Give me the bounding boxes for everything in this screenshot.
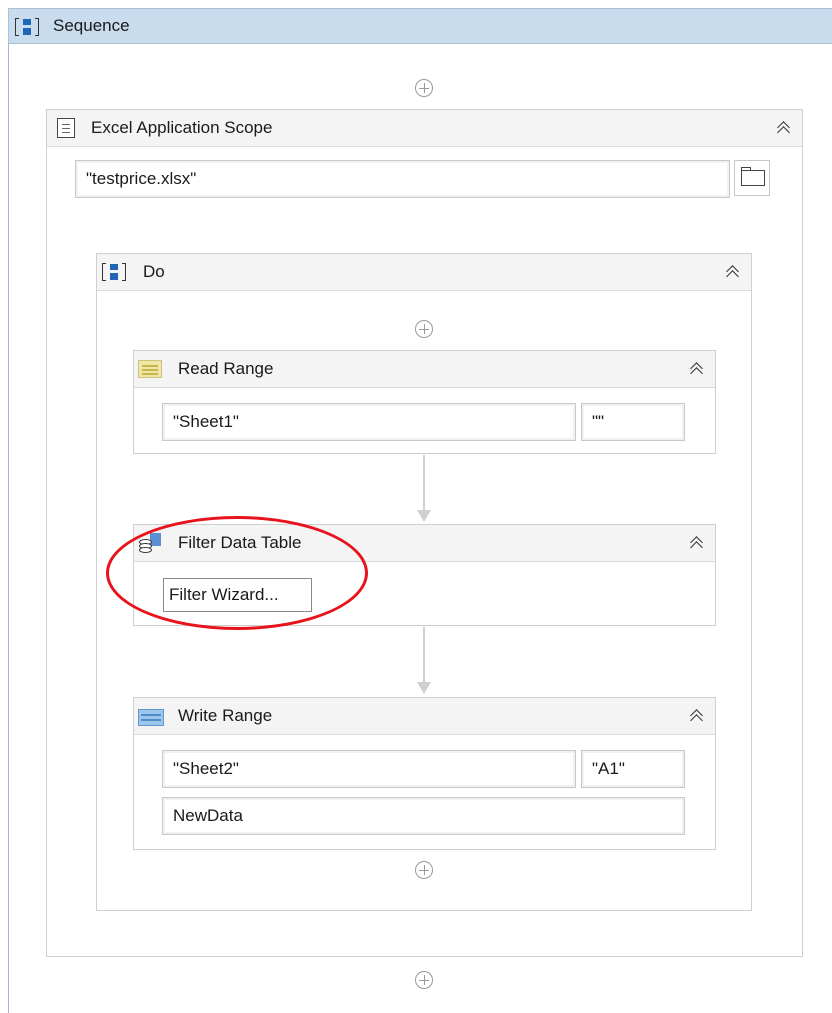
write-range-header[interactable]: Write Range (134, 698, 715, 735)
filter-wizard-button[interactable]: Filter Wizard... (163, 578, 312, 612)
connector-line (423, 627, 425, 683)
sequence-border (8, 44, 9, 1013)
sequence-icon (15, 17, 39, 37)
add-activity-icon[interactable] (415, 861, 433, 879)
write-range-datatable-input[interactable]: NewData (162, 797, 685, 835)
add-activity-icon[interactable] (415, 320, 433, 338)
do-sequence-icon (102, 262, 126, 282)
read-range-range-input[interactable]: "" (581, 403, 685, 441)
collapse-icon[interactable] (776, 119, 792, 137)
excel-scope-icon (57, 118, 75, 138)
write-range-icon (138, 709, 164, 726)
filter-data-table-title: Filter Data Table (178, 533, 302, 552)
filter-data-table-icon (139, 533, 163, 555)
do-header[interactable]: Do (97, 254, 751, 291)
connector-arrow (417, 682, 431, 694)
excel-scope-title: Excel Application Scope (91, 118, 273, 137)
connector-line (423, 455, 425, 511)
folder-icon (741, 170, 765, 186)
excel-scope-header[interactable]: Excel Application Scope (47, 110, 802, 147)
read-range-icon (138, 360, 162, 378)
collapse-icon[interactable] (689, 360, 705, 378)
write-range-sheet-input[interactable]: "Sheet2" (162, 750, 576, 788)
read-range-header[interactable]: Read Range (134, 351, 715, 388)
read-range-title: Read Range (178, 359, 274, 378)
add-activity-icon[interactable] (415, 971, 433, 989)
collapse-icon[interactable] (689, 534, 705, 552)
sequence-header[interactable]: Sequence (8, 8, 832, 44)
write-range-start-cell-input[interactable]: "A1" (581, 750, 685, 788)
read-range-sheet-input[interactable]: "Sheet1" (162, 403, 576, 441)
workbook-path-input[interactable]: "testprice.xlsx" (75, 160, 730, 198)
filter-data-table-header[interactable]: Filter Data Table (134, 525, 715, 562)
add-activity-icon[interactable] (415, 79, 433, 97)
write-range-title: Write Range (178, 706, 273, 725)
do-title: Do (143, 262, 165, 281)
collapse-icon[interactable] (689, 707, 705, 725)
collapse-icon[interactable] (725, 263, 741, 281)
browse-folder-button[interactable] (734, 160, 770, 196)
sequence-title: Sequence (53, 16, 130, 35)
connector-arrow (417, 510, 431, 522)
